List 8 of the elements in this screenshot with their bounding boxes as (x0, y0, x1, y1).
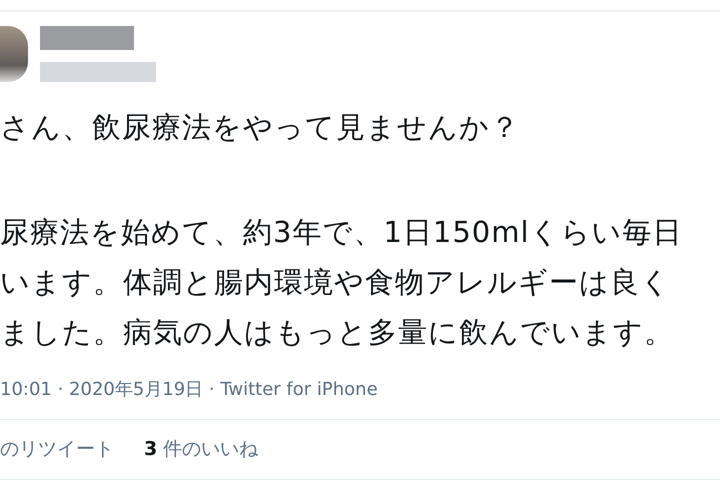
tweet-text-line: います。体調と腸内環境や食物アレルギーは良く (0, 264, 672, 300)
stat-link[interactable]: 3 件のいいね (144, 436, 258, 462)
stat-link[interactable]: のリツイート (0, 436, 114, 462)
avatar-placeholder (0, 26, 28, 82)
tweet-text-line: 尿療法を始めて、約3年で、1日150mlくらい毎日 (0, 214, 684, 250)
tweet-text-line: ました。病気の人はもっと多量に飲んでいます。 (0, 314, 675, 350)
tweet-text-line: さん、飲尿療法をやって見ませんか？ (0, 108, 521, 146)
tweet-timestamp: 10:01 · 2020年5月19日 · Twitter for iPhone (0, 378, 379, 400)
